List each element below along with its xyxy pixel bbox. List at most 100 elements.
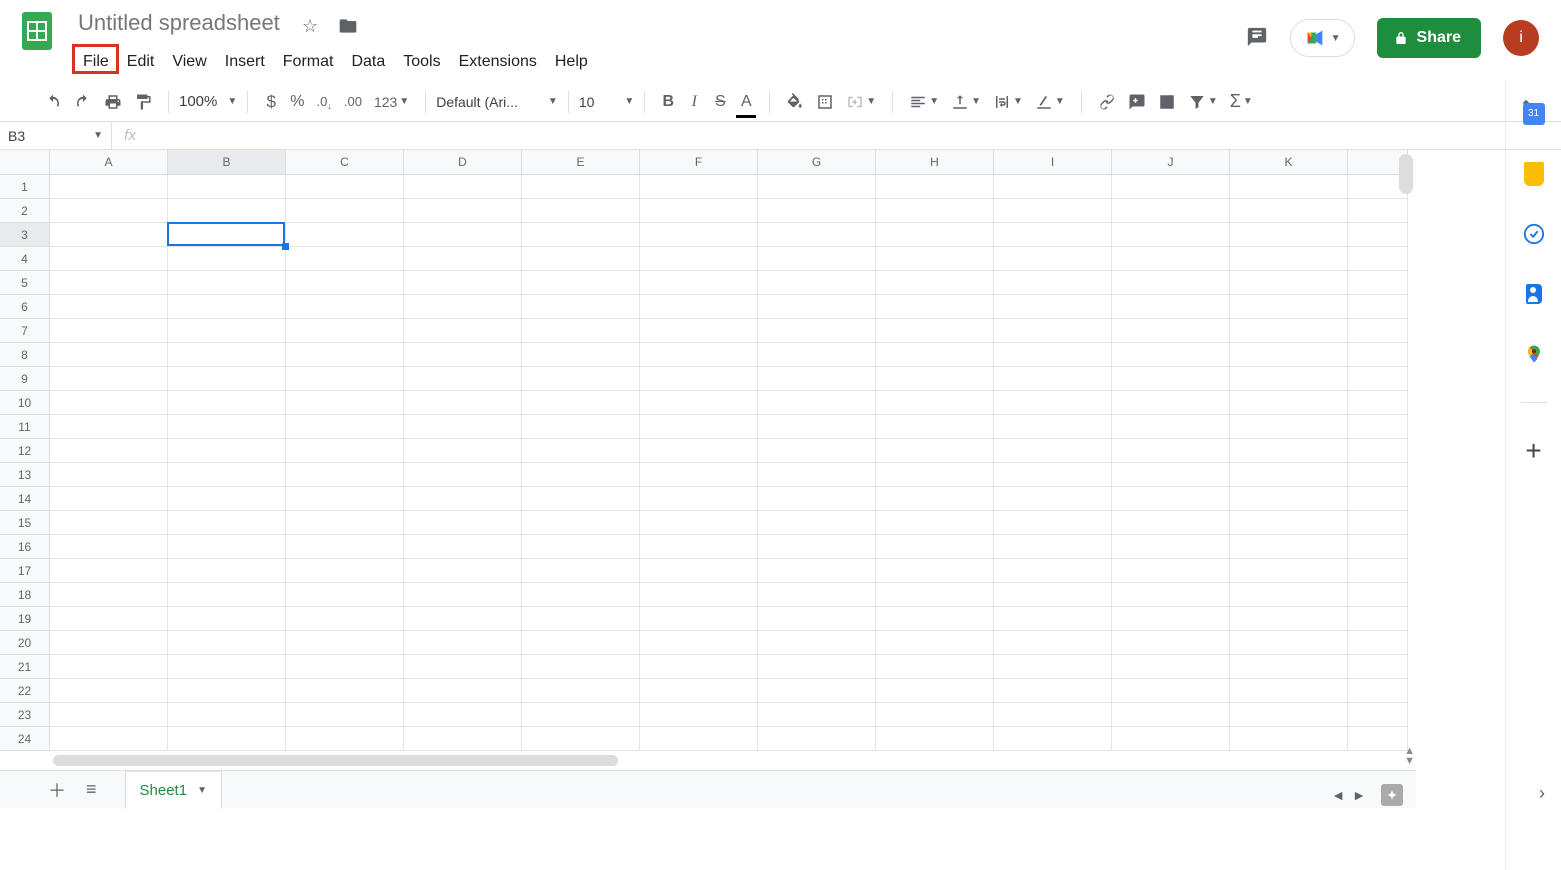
cell[interactable]: [404, 703, 522, 727]
cell[interactable]: [994, 655, 1112, 679]
cell[interactable]: [404, 295, 522, 319]
cell[interactable]: [640, 343, 758, 367]
cell[interactable]: [1230, 511, 1348, 535]
fill-color-icon[interactable]: [780, 88, 810, 116]
cell[interactable]: [50, 223, 168, 247]
column-header[interactable]: I: [994, 150, 1112, 175]
cell[interactable]: [168, 511, 286, 535]
cell[interactable]: [1112, 727, 1230, 751]
paint-format-icon[interactable]: [128, 88, 158, 116]
italic-icon[interactable]: I: [681, 88, 707, 116]
doc-title[interactable]: Untitled spreadsheet: [78, 10, 280, 36]
cell[interactable]: [758, 535, 876, 559]
cell[interactable]: [1112, 703, 1230, 727]
cell[interactable]: [1112, 655, 1230, 679]
strike-icon[interactable]: S: [707, 88, 733, 116]
cell[interactable]: [758, 727, 876, 751]
cell[interactable]: [876, 175, 994, 199]
cell[interactable]: [50, 343, 168, 367]
cell[interactable]: [50, 631, 168, 655]
cell[interactable]: [1112, 271, 1230, 295]
column-header[interactable]: K: [1230, 150, 1348, 175]
cell[interactable]: [758, 631, 876, 655]
cell[interactable]: [758, 343, 876, 367]
cell[interactable]: [994, 271, 1112, 295]
cell[interactable]: [1230, 607, 1348, 631]
cell[interactable]: [522, 535, 640, 559]
comments-icon[interactable]: [1246, 26, 1268, 51]
vertical-scrollbar[interactable]: [1399, 154, 1413, 194]
cell[interactable]: [522, 583, 640, 607]
currency-icon[interactable]: $: [258, 88, 284, 116]
cell[interactable]: [286, 511, 404, 535]
cell[interactable]: [994, 319, 1112, 343]
cell[interactable]: [404, 679, 522, 703]
bold-icon[interactable]: B: [655, 88, 681, 116]
cell[interactable]: [522, 295, 640, 319]
cell[interactable]: [876, 535, 994, 559]
cell[interactable]: [876, 247, 994, 271]
cell[interactable]: [50, 607, 168, 631]
cell[interactable]: [168, 343, 286, 367]
menu-file[interactable]: File: [74, 50, 118, 74]
cell[interactable]: [876, 631, 994, 655]
cell[interactable]: [758, 607, 876, 631]
cell[interactable]: [404, 271, 522, 295]
row-header[interactable]: 6: [0, 295, 50, 319]
cell[interactable]: [404, 199, 522, 223]
cell[interactable]: [994, 463, 1112, 487]
cell[interactable]: [876, 511, 994, 535]
cell[interactable]: [640, 703, 758, 727]
cell[interactable]: [1348, 271, 1408, 295]
cell[interactable]: [640, 271, 758, 295]
cell[interactable]: [404, 223, 522, 247]
cell[interactable]: [286, 679, 404, 703]
dec-decimal-icon[interactable]: .0↓: [311, 88, 338, 116]
cell[interactable]: [758, 559, 876, 583]
cell[interactable]: [1112, 391, 1230, 415]
cell[interactable]: [50, 511, 168, 535]
menu-format[interactable]: Format: [274, 50, 343, 74]
cell[interactable]: [994, 367, 1112, 391]
cell[interactable]: [1112, 247, 1230, 271]
cell[interactable]: [640, 655, 758, 679]
row-header[interactable]: 12: [0, 439, 50, 463]
cell[interactable]: [758, 415, 876, 439]
cell[interactable]: [50, 655, 168, 679]
move-icon[interactable]: [338, 16, 358, 41]
print-icon[interactable]: [98, 88, 128, 116]
cell[interactable]: [1112, 319, 1230, 343]
name-box[interactable]: B3 ▼: [0, 122, 112, 149]
cell[interactable]: [640, 607, 758, 631]
cell[interactable]: [1112, 583, 1230, 607]
cell[interactable]: [1348, 415, 1408, 439]
cell[interactable]: [404, 415, 522, 439]
link-icon[interactable]: [1092, 88, 1122, 116]
cell[interactable]: [522, 247, 640, 271]
cell[interactable]: [168, 679, 286, 703]
cell[interactable]: [168, 415, 286, 439]
font-size-select[interactable]: 10▼: [579, 94, 634, 110]
cell[interactable]: [168, 487, 286, 511]
cell[interactable]: [1348, 343, 1408, 367]
cell[interactable]: [994, 175, 1112, 199]
account-avatar[interactable]: i: [1503, 20, 1539, 56]
cell[interactable]: [404, 463, 522, 487]
cell[interactable]: [50, 535, 168, 559]
cell[interactable]: [168, 463, 286, 487]
cell[interactable]: [994, 439, 1112, 463]
cell[interactable]: [522, 655, 640, 679]
menu-help[interactable]: Help: [546, 50, 597, 74]
cell[interactable]: [640, 415, 758, 439]
cell[interactable]: [994, 607, 1112, 631]
cell[interactable]: [522, 679, 640, 703]
cell[interactable]: [404, 487, 522, 511]
cell[interactable]: [404, 607, 522, 631]
cell[interactable]: [168, 727, 286, 751]
cell[interactable]: [404, 655, 522, 679]
cell[interactable]: [1230, 559, 1348, 583]
column-header[interactable]: H: [876, 150, 994, 175]
cell[interactable]: [168, 367, 286, 391]
cell[interactable]: [1230, 247, 1348, 271]
menu-insert[interactable]: Insert: [216, 50, 274, 74]
